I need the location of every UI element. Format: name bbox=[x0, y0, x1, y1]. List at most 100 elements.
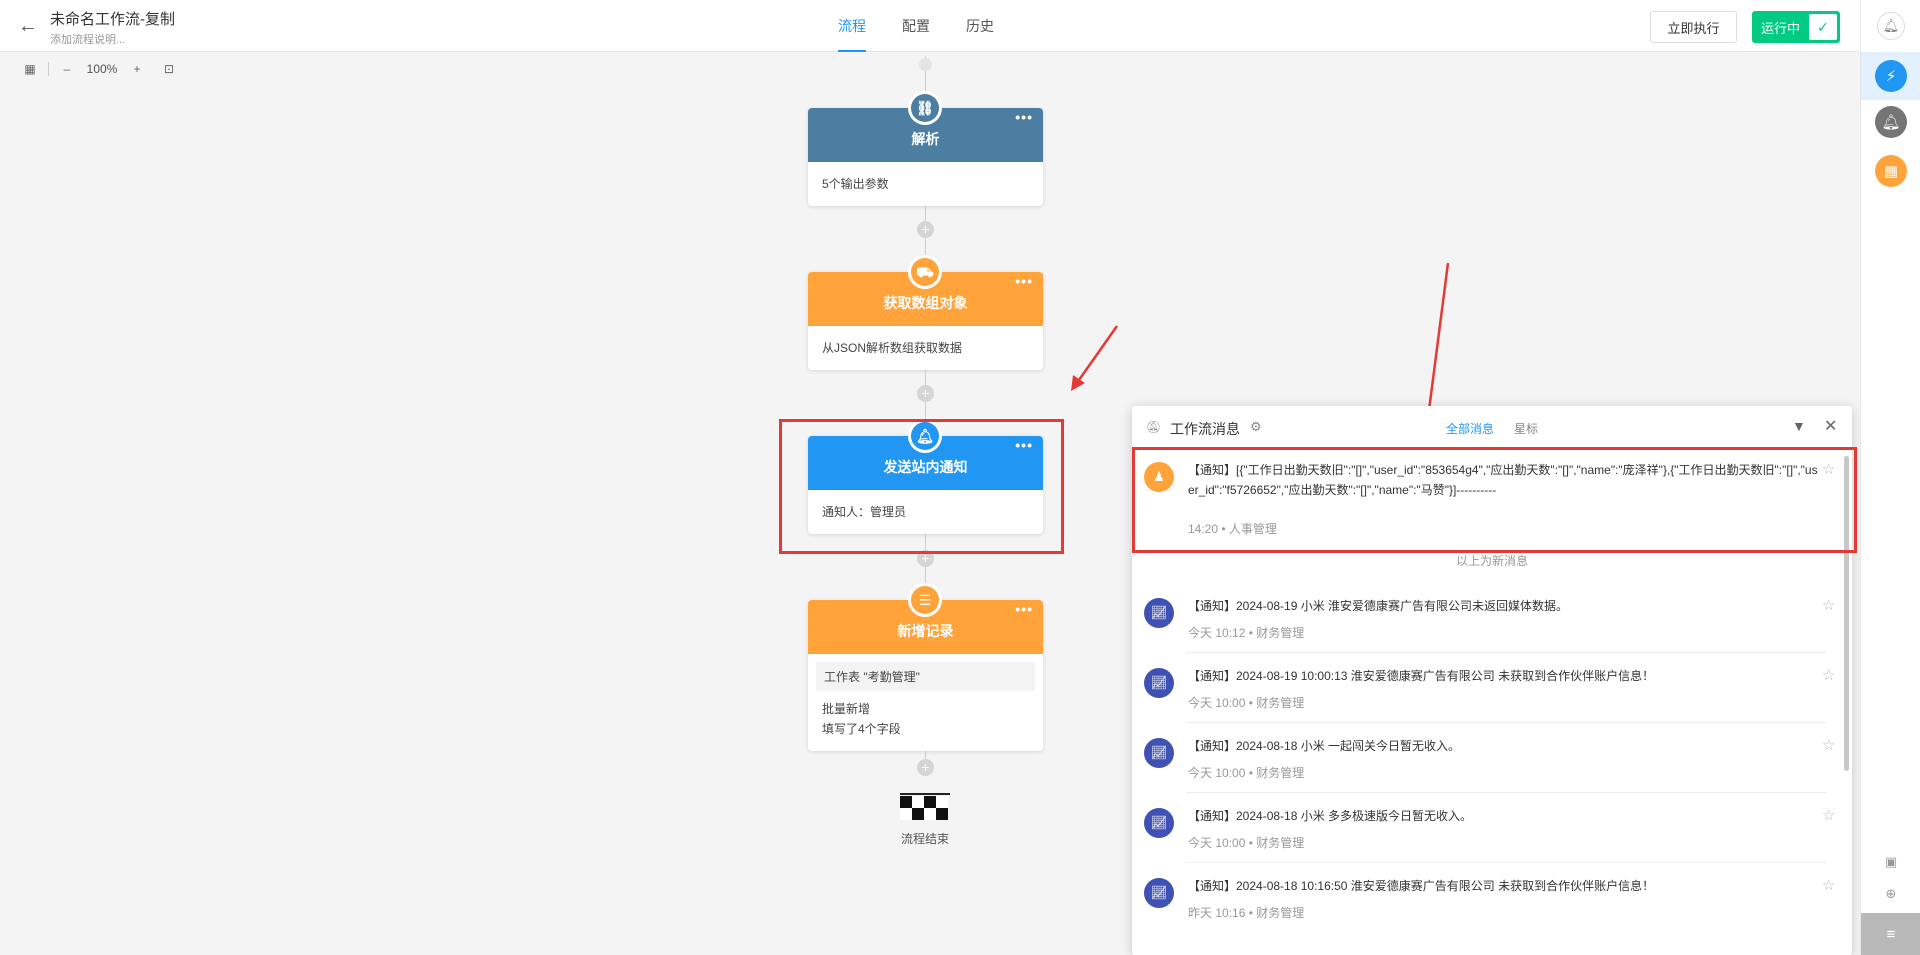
more-icon[interactable]: ••• bbox=[1015, 272, 1033, 290]
divider bbox=[1186, 652, 1826, 653]
running-label: 运行中 bbox=[1761, 20, 1801, 36]
message-item[interactable]: 📈︎ 【通知】2024-08-19 10:00:13 淮安爱德康赛广告有限公司 … bbox=[1132, 666, 1852, 730]
more-icon[interactable]: ••• bbox=[1015, 108, 1033, 126]
chart-icon: 📈︎ bbox=[1144, 808, 1174, 838]
node-icon-wrap: ⛓ bbox=[908, 91, 942, 125]
filter-icon[interactable]: ▼ bbox=[1792, 418, 1806, 434]
tab-history[interactable]: 历史 bbox=[948, 0, 1012, 52]
running-toggle[interactable]: 运行中 ✓ bbox=[1752, 11, 1840, 43]
divider bbox=[1186, 722, 1826, 723]
message-time: 昨天 10:16 bbox=[1188, 906, 1246, 920]
message-source: 财务管理 bbox=[1256, 766, 1305, 780]
grid-icon[interactable]: ▦ bbox=[1875, 155, 1907, 187]
node-icon-wrap: ☰ bbox=[908, 583, 942, 617]
message-item[interactable]: 📈︎ 【通知】2024-08-18 10:16:50 淮安爱德康赛广告有限公司 … bbox=[1132, 876, 1852, 940]
fit-screen-icon[interactable]: ⊡ bbox=[159, 62, 179, 76]
chart-icon: 📈︎ bbox=[1144, 598, 1174, 628]
node-header: ⛟ 获取数组对象 ••• bbox=[808, 255, 1043, 326]
message-source: 财务管理 bbox=[1256, 836, 1305, 850]
meta-dot: • bbox=[1248, 906, 1253, 920]
message-item[interactable]: 📈︎ 【通知】2024-08-18 小米 多多极速版今日暂无收入。 今天 10:… bbox=[1132, 806, 1852, 870]
message-time: 今天 10:12 bbox=[1188, 626, 1246, 640]
truck-icon: ⛟ bbox=[911, 258, 939, 286]
message-source: 财务管理 bbox=[1256, 906, 1305, 920]
node-detail: 填写了4个字段 bbox=[822, 722, 901, 736]
chat-add-icon[interactable]: ⊕ bbox=[1883, 886, 1899, 902]
flow-node-get-array[interactable]: ⛟ 获取数组对象 ••• 从JSON解析数组获取数据 bbox=[808, 255, 1043, 370]
zoom-in-button[interactable]: + bbox=[127, 62, 147, 76]
mute-bell-icon[interactable]: 🔕︎ bbox=[1146, 420, 1161, 434]
message-meta: 昨天 10:16 • 财务管理 bbox=[1188, 904, 1304, 921]
run-now-button[interactable]: 立即执行 bbox=[1650, 11, 1737, 43]
zoom-level: 100% bbox=[86, 62, 118, 76]
workflow-title[interactable]: 未命名工作流-复制 bbox=[50, 8, 175, 29]
zoom-toolbar: ▦ – 100% + ⊡ bbox=[20, 62, 179, 76]
message-source: 财务管理 bbox=[1256, 626, 1305, 640]
check-icon: ✓ bbox=[1809, 14, 1837, 40]
right-sidebar: 🔔︎ ⚡︎ 🔔︎ ▦ ▣ ⊕ ≡ bbox=[1860, 0, 1920, 955]
arrow-left-icon[interactable]: ← bbox=[16, 14, 40, 38]
meta-dot: • bbox=[1248, 696, 1253, 710]
flow-start-dot bbox=[919, 58, 932, 71]
flow-node-parse[interactable]: ⛓ 解析 ••• 5个输出参数 bbox=[808, 91, 1043, 206]
star-icon[interactable]: ☆ bbox=[1822, 736, 1835, 754]
tab-starred[interactable]: 星标 bbox=[1514, 420, 1538, 437]
more-icon[interactable]: ••• bbox=[1015, 600, 1033, 618]
close-icon[interactable]: ✕ bbox=[1824, 416, 1837, 436]
star-icon[interactable]: ☆ bbox=[1822, 596, 1835, 614]
message-text: 【通知】2024-08-19 10:00:13 淮安爱德康赛广告有限公司 未获取… bbox=[1188, 669, 1655, 683]
message-source: 财务管理 bbox=[1256, 696, 1305, 710]
divider bbox=[1186, 792, 1826, 793]
lightning-icon[interactable]: ⚡︎ bbox=[1875, 60, 1907, 92]
message-time: 今天 10:00 bbox=[1188, 766, 1246, 780]
tab-config[interactable]: 配置 bbox=[884, 0, 948, 52]
map-icon[interactable]: ▦ bbox=[20, 62, 40, 76]
message-item[interactable]: 📈︎ 【通知】2024-08-19 小米 淮安爱德康赛广告有限公司未返回媒体数据… bbox=[1132, 596, 1852, 660]
node-body: 从JSON解析数组获取数据 bbox=[808, 326, 1043, 370]
new-messages-divider: 以上为新消息 bbox=[1455, 554, 1528, 568]
node-icon-wrap: ⛟ bbox=[908, 255, 942, 289]
finish-flag-icon bbox=[900, 793, 950, 820]
annotation-arrow bbox=[1077, 325, 1119, 381]
star-icon[interactable]: ☆ bbox=[1822, 806, 1835, 824]
node-detail: 批量新增 bbox=[822, 702, 871, 716]
bell-icon[interactable]: 🔔︎ bbox=[1875, 106, 1907, 138]
message-time: 今天 10:00 bbox=[1188, 836, 1246, 850]
message-time: 今天 10:00 bbox=[1188, 696, 1246, 710]
add-node-button[interactable]: + bbox=[917, 221, 934, 238]
top-header: ← 未命名工作流-复制 添加流程说明... 流程 配置 历史 立即执行 运行中 … bbox=[0, 0, 1860, 52]
panel-title: 工作流消息 bbox=[1170, 421, 1240, 437]
star-icon[interactable]: ☆ bbox=[1822, 666, 1835, 684]
flow-node-add-record[interactable]: ☰ 新增记录 ••• 工作表 "考勤管理" 批量新增 填写了4个字段 bbox=[808, 583, 1043, 751]
node-table-name: 工作表 "考勤管理" bbox=[816, 662, 1035, 691]
node-header: ☰ 新增记录 ••• bbox=[808, 583, 1043, 654]
tab-flow[interactable]: 流程 bbox=[820, 0, 884, 52]
chart-icon: 📈︎ bbox=[1144, 878, 1174, 908]
message-text: 【通知】2024-08-18 10:16:50 淮安爱德康赛广告有限公司 未获取… bbox=[1188, 879, 1655, 893]
node-header: ⛓ 解析 ••• bbox=[808, 91, 1043, 162]
meta-dot: • bbox=[1248, 766, 1253, 780]
workflow-description[interactable]: 添加流程说明... bbox=[50, 31, 125, 47]
add-node-button[interactable]: + bbox=[917, 759, 934, 776]
add-record-icon: ☰ bbox=[911, 586, 939, 614]
zoom-out-button[interactable]: – bbox=[57, 62, 77, 76]
bell-outline-icon[interactable]: 🔔︎ bbox=[1877, 12, 1905, 40]
meta-dot: • bbox=[1248, 836, 1253, 850]
node-detail: 5个输出参数 bbox=[822, 177, 889, 191]
node-body: 工作表 "考勤管理" 批量新增 填写了4个字段 bbox=[808, 654, 1043, 751]
contact-icon[interactable]: ▣ bbox=[1883, 854, 1899, 870]
gear-icon[interactable]: ⚙ bbox=[1250, 419, 1262, 435]
message-text: 【通知】2024-08-18 小米 多多极速版今日暂无收入。 bbox=[1188, 809, 1473, 823]
message-meta: 今天 10:12 • 财务管理 bbox=[1188, 624, 1304, 641]
collapse-icon[interactable]: ≡ bbox=[1861, 913, 1920, 955]
star-icon[interactable]: ☆ bbox=[1822, 876, 1835, 894]
add-node-button[interactable]: + bbox=[917, 385, 934, 402]
message-text: 【通知】2024-08-19 小米 淮安爱德康赛广告有限公司未返回媒体数据。 bbox=[1188, 599, 1569, 613]
chart-icon: 📈︎ bbox=[1144, 668, 1174, 698]
message-meta: 今天 10:00 • 财务管理 bbox=[1188, 764, 1304, 781]
tab-all-messages[interactable]: 全部消息 bbox=[1446, 420, 1494, 437]
message-text: 【通知】2024-08-18 小米 一起闯关今日暂无收入。 bbox=[1188, 739, 1461, 753]
message-item[interactable]: 📈︎ 【通知】2024-08-18 小米 一起闯关今日暂无收入。 今天 10:0… bbox=[1132, 736, 1852, 800]
node-body: 5个输出参数 bbox=[808, 162, 1043, 206]
highlight-box bbox=[779, 419, 1064, 554]
